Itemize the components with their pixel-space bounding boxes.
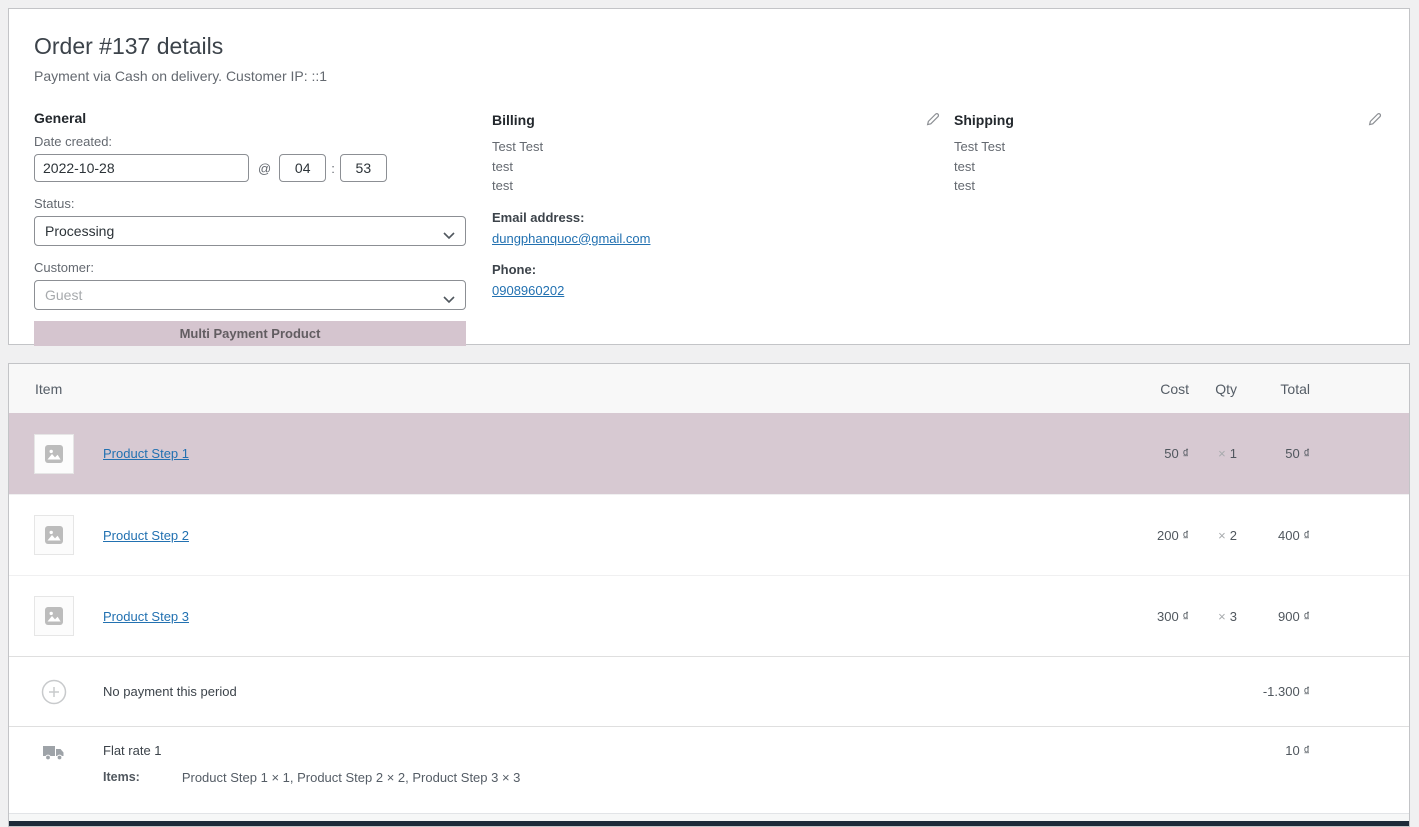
customer-label: Customer: xyxy=(34,260,94,275)
shipping-heading: Shipping xyxy=(954,111,1014,128)
billing-name: Test Test xyxy=(492,139,544,154)
circle-plus-icon xyxy=(34,679,74,705)
item-qty: 2 xyxy=(1229,527,1237,543)
item-total: 50 ₫ xyxy=(1285,446,1310,461)
date-created-label: Date created: xyxy=(34,134,113,149)
shipping-items-label: Items: xyxy=(103,770,140,784)
product-link[interactable]: Product Step 1 xyxy=(103,446,189,461)
product-link[interactable]: Product Step 3 xyxy=(103,609,189,624)
customer-placeholder: Guest xyxy=(45,287,83,303)
shipping-section: Shipping Test Test test test xyxy=(954,100,1384,346)
order-items-card: Item Cost Qty Total Product Step 1 50 ₫ … xyxy=(8,363,1410,827)
general-heading: General xyxy=(34,110,87,126)
column-header-cost: Cost xyxy=(1160,380,1189,397)
multi-payment-product-button[interactable]: Multi Payment Product xyxy=(34,321,466,346)
shipping-total: 10 ₫ xyxy=(1285,743,1310,758)
phone-label: Phone: xyxy=(492,261,537,277)
phone-link[interactable]: 0908960202 xyxy=(492,283,564,298)
shipping-name: Test Test xyxy=(954,139,1006,154)
fee-row: No payment this period -1.300 ₫ xyxy=(9,657,1409,727)
chevron-down-icon xyxy=(443,291,455,309)
pencil-icon xyxy=(925,113,940,130)
billing-heading: Billing xyxy=(492,111,535,128)
item-cost: 50 ₫ xyxy=(1164,446,1189,461)
column-header-total: Total xyxy=(1280,380,1310,397)
item-total: 900 ₫ xyxy=(1278,608,1310,624)
product-thumbnail xyxy=(34,433,74,474)
email-address-label: Email address: xyxy=(492,209,585,225)
item-total: 400 ₫ xyxy=(1278,527,1310,543)
shipping-items-value: Product Step 1 × 1, Product Step 2 × 2, … xyxy=(181,770,521,785)
edit-shipping-button[interactable] xyxy=(1365,110,1384,129)
email-link[interactable]: dungphanquoc@gmail.com xyxy=(492,231,650,246)
product-thumbnail xyxy=(34,596,74,636)
page-title: Order #137 details xyxy=(34,33,224,59)
product-link[interactable]: Product Step 2 xyxy=(103,528,189,543)
billing-address-line: test xyxy=(492,178,513,193)
column-header-qty: Qty xyxy=(1215,380,1237,397)
item-qty: 3 xyxy=(1229,608,1237,624)
image-placeholder-icon xyxy=(45,444,63,463)
minute-input[interactable] xyxy=(339,154,387,182)
item-cost: 200 ₫ xyxy=(1157,527,1189,543)
product-thumbnail xyxy=(34,515,74,555)
date-created-input[interactable] xyxy=(34,154,249,182)
image-placeholder-icon xyxy=(45,607,63,625)
times-symbol: × xyxy=(1218,446,1226,461)
items-table-header: Item Cost Qty Total xyxy=(9,364,1409,413)
truck-icon xyxy=(34,743,74,763)
fee-name: No payment this period xyxy=(103,684,237,699)
table-row: Product Step 1 50 ₫ × 1 50 ₫ xyxy=(9,413,1409,494)
image-placeholder-icon xyxy=(45,526,63,544)
table-row: Product Step 2 200 ₫ × 2 400 ₫ xyxy=(9,494,1409,575)
time-separator: : xyxy=(331,160,335,176)
table-row: Product Step 3 300 ₫ × 3 900 ₫ xyxy=(9,575,1409,656)
order-details-card: Order #137 details Payment via Cash on d… xyxy=(8,8,1410,346)
at-symbol: @ xyxy=(258,160,272,176)
item-qty: 1 xyxy=(1229,446,1237,461)
customer-select[interactable]: Guest xyxy=(34,280,466,310)
hour-input[interactable] xyxy=(279,154,327,182)
shipping-line-row: Flat rate 1 Items: Product Step 1 × 1, P… xyxy=(9,727,1409,813)
bottom-edge-bar xyxy=(9,821,1409,826)
chevron-down-icon xyxy=(443,227,455,245)
edit-billing-button[interactable] xyxy=(923,110,942,129)
times-symbol: × xyxy=(1218,527,1226,543)
table-footer-strip xyxy=(9,813,1409,821)
shipping-address-line: test xyxy=(954,178,975,193)
status-label: Status: xyxy=(34,196,75,211)
payment-subtitle: Payment via Cash on delivery. Customer I… xyxy=(34,68,328,84)
billing-address-line: test xyxy=(492,158,513,174)
status-select[interactable]: Processing xyxy=(34,216,466,246)
fee-total: -1.300 ₫ xyxy=(1262,684,1310,699)
general-section: General Date created: @ : Status: Proces… xyxy=(34,100,466,346)
billing-section: Billing Test Test test test Email addres… xyxy=(492,100,942,346)
shipping-address-line: test xyxy=(954,158,975,174)
item-cost: 300 ₫ xyxy=(1157,608,1189,624)
status-selected-value: Processing xyxy=(45,223,115,239)
shipping-method-name: Flat rate 1 xyxy=(103,743,162,758)
column-header-item: Item xyxy=(35,380,63,397)
times-symbol: × xyxy=(1218,608,1226,624)
pencil-icon xyxy=(1367,113,1382,130)
